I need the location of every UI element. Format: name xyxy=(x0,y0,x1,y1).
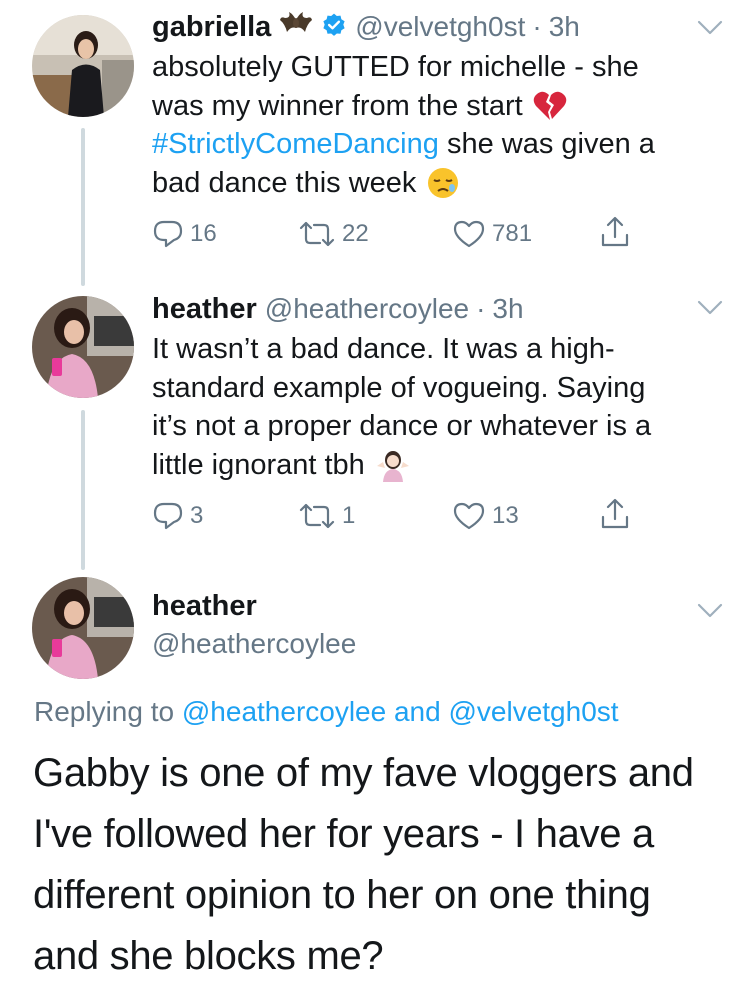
share-icon xyxy=(601,498,629,529)
broken-heart-emoji-icon xyxy=(533,90,567,122)
verified-badge-icon xyxy=(321,12,347,43)
tweet1-time[interactable]: 3h xyxy=(549,11,580,43)
thread-line xyxy=(81,410,85,570)
replying-user-velvetgh0st[interactable]: @velvetgh0st xyxy=(448,696,618,727)
replying-prefix: Replying to xyxy=(34,696,175,727)
reply-count: 16 xyxy=(190,220,217,247)
tweet2-line3: it’s not a proper dance or whatever is a xyxy=(152,410,652,442)
reply-icon xyxy=(153,220,183,248)
replying-and[interactable]: and xyxy=(394,696,441,727)
share-button[interactable] xyxy=(599,497,631,536)
tweet2-header: heather @heathercoylee · 3h xyxy=(152,290,524,328)
tweet1-line3: she was given a xyxy=(438,128,655,160)
reply-icon xyxy=(153,502,183,530)
tweet1-handle[interactable]: @velvetgh0st xyxy=(355,11,525,43)
retweet-count: 1 xyxy=(342,502,356,529)
share-button[interactable] xyxy=(599,215,631,254)
tweet3-text: Gabby is one of my fave vloggers and I'v… xyxy=(33,743,694,987)
avatar-gabriella[interactable] xyxy=(32,15,134,117)
tweet2-handle[interactable]: @heathercoylee xyxy=(265,293,469,325)
retweet-icon xyxy=(299,503,335,529)
tweet2-name[interactable]: heather xyxy=(152,293,257,326)
tweet3-line1: Gabby is one of my fave vloggers and xyxy=(33,751,694,795)
reply-button[interactable]: 16 xyxy=(152,217,217,251)
chevron-down-icon[interactable] xyxy=(697,300,723,321)
tweet2-line4-row: little ignorant tbh xyxy=(152,446,651,485)
like-count: 781 xyxy=(492,220,533,247)
tweet1-line1: absolutely GUTTED for michelle - she xyxy=(152,51,639,83)
replying-user-heathercoylee[interactable]: @heathercoylee xyxy=(182,696,386,727)
tweet1-line3-row: #StrictlyComeDancing she was given a xyxy=(152,125,655,164)
tweet2-line1: It wasn’t a bad dance. It was a high- xyxy=(152,333,615,365)
replying-to: Replying to @heathercoylee and @velvetgh… xyxy=(34,696,619,728)
tweet3-handle[interactable]: @heathercoylee xyxy=(152,628,356,660)
sleepy-face-emoji-icon xyxy=(426,166,460,200)
share-icon xyxy=(601,216,629,247)
like-button[interactable]: 13 xyxy=(452,499,519,533)
tweet3-line3: different opinion to her on one thing xyxy=(33,873,651,917)
hashtag-link[interactable]: #StrictlyComeDancing xyxy=(152,128,439,160)
retweet-count: 22 xyxy=(342,220,369,247)
retweet-button[interactable]: 22 xyxy=(298,217,369,251)
reply-button[interactable]: 3 xyxy=(152,499,203,533)
tweet2-dot: · xyxy=(476,293,486,324)
like-icon xyxy=(453,502,485,530)
retweet-button[interactable]: 1 xyxy=(298,499,355,533)
tweet1-line2-row: was my winner from the start xyxy=(152,87,655,126)
tweet3-line4: and she blocks me? xyxy=(33,934,384,978)
tweet1-name[interactable]: gabriella xyxy=(152,11,271,44)
retweet-icon xyxy=(299,221,335,247)
tweet2-line2: standard example of vogueing. Saying xyxy=(152,371,646,404)
chevron-down-icon[interactable] xyxy=(697,603,723,624)
chevron-down-icon[interactable] xyxy=(697,20,723,41)
bat-emoji-icon xyxy=(279,10,313,45)
tweet1-line4: bad dance this week xyxy=(152,166,417,199)
reply-count: 3 xyxy=(190,502,204,529)
thread-line xyxy=(81,128,85,286)
tweet1-line4-row: bad dance this week xyxy=(152,164,655,203)
like-button[interactable]: 781 xyxy=(452,217,532,251)
avatar-heather[interactable] xyxy=(32,296,134,398)
tweet2-time[interactable]: 3h xyxy=(492,293,523,325)
avatar-heather[interactable] xyxy=(32,577,134,679)
tweet3-name[interactable]: heather xyxy=(152,590,257,623)
like-icon xyxy=(453,220,485,248)
tweet1-dot: · xyxy=(532,11,542,42)
like-count: 13 xyxy=(492,502,519,529)
tweet2-text: It wasn’t a bad dance. It was a high- st… xyxy=(152,330,651,484)
woman-shrugging-emoji-icon xyxy=(375,448,411,482)
tweet1-header: gabriella @velvetgh0st · 3h xyxy=(152,8,580,46)
tweet2-line4: little ignorant tbh xyxy=(152,448,365,481)
tweet1-text: absolutely GUTTED for michelle - she was… xyxy=(152,48,655,202)
tweet3-line2: I've followed her for years - I have a xyxy=(33,812,654,856)
tweet1-line2: was my winner from the start xyxy=(152,89,523,122)
